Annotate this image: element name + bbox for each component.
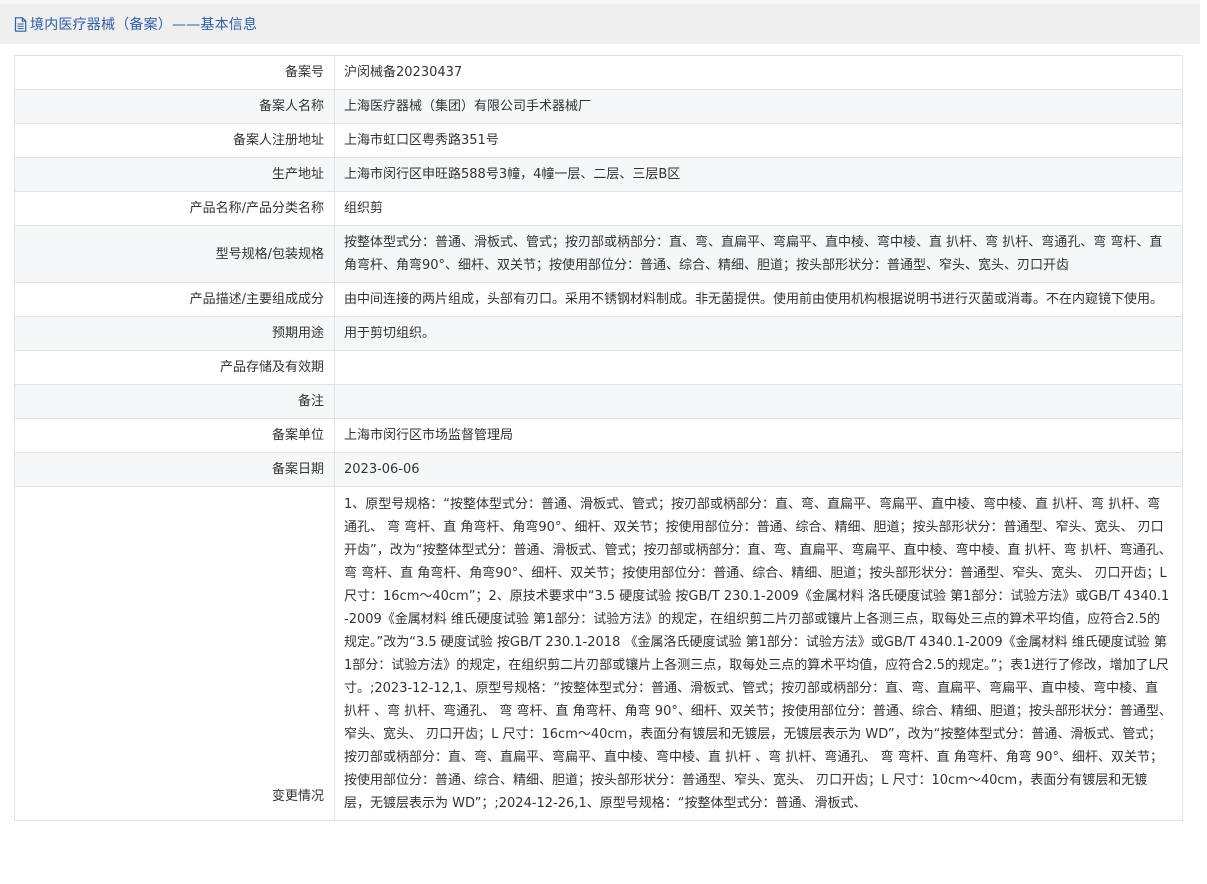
table-row-filing-date: 备案日期 2023-06-06 <box>14 452 1183 487</box>
row-label: 备案号 <box>14 55 335 90</box>
info-table: 备案号 沪闵械备20230437 备案人名称 上海医疗器械（集团）有限公司手术器… <box>14 55 1183 821</box>
table-row-filing-unit: 备案单位 上海市闵行区市场监督管理局 <box>14 418 1183 453</box>
row-value: 1、原型号规格：“按整体型式分：普通、滑板式、管式；按刃部或柄部分：直、弯、直扁… <box>334 486 1183 821</box>
row-label: 备案日期 <box>14 452 335 487</box>
row-label: 备注 <box>14 384 335 419</box>
table-row-registrant-name: 备案人名称 上海医疗器械（集团）有限公司手术器械厂 <box>14 89 1183 124</box>
row-value: 上海市闵行区市场监督管理局 <box>334 418 1183 453</box>
table-row-record-number: 备案号 沪闵械备20230437 <box>14 55 1183 90</box>
table-row-product-description: 产品描述/主要组成成分 由中间连接的两片组成，头部有刃口。采用不锈钢材料制成。非… <box>14 282 1183 317</box>
page-header: 境内医疗器械（备案）——基本信息 <box>0 0 1200 44</box>
table-row-storage: 产品存储及有效期 <box>14 350 1183 385</box>
table-row-remarks: 备注 <box>14 384 1183 419</box>
row-value: 组织剪 <box>334 191 1183 226</box>
table-row-intended-use: 预期用途 用于剪切组织。 <box>14 316 1183 351</box>
row-label: 备案人注册地址 <box>14 123 335 158</box>
table-row-production-address: 生产地址 上海市闵行区申旺路588号3幢，4幢一层、二层、三层B区 <box>14 157 1183 192</box>
row-value: 用于剪切组织。 <box>334 316 1183 351</box>
table-row-product-name: 产品名称/产品分类名称 组织剪 <box>14 191 1183 226</box>
row-label: 型号规格/包装规格 <box>14 225 335 283</box>
row-label: 预期用途 <box>14 316 335 351</box>
row-value: 按整体型式分：普通、滑板式、管式；按刃部或柄部分：直、弯、直扁平、弯扁平、直中棱… <box>334 225 1183 283</box>
row-label: 备案人名称 <box>14 89 335 124</box>
row-label: 变更情况 <box>14 486 335 821</box>
row-value: 由中间连接的两片组成，头部有刃口。采用不锈钢材料制成。非无菌提供。使用前由使用机… <box>334 282 1183 317</box>
row-value: 上海医疗器械（集团）有限公司手术器械厂 <box>334 89 1183 124</box>
row-value: 沪闵械备20230437 <box>334 55 1183 90</box>
row-value <box>334 384 1183 419</box>
page-title: 境内医疗器械（备案）——基本信息 <box>30 17 258 33</box>
row-label: 产品存储及有效期 <box>14 350 335 385</box>
table-row-model-spec: 型号规格/包装规格 按整体型式分：普通、滑板式、管式；按刃部或柄部分：直、弯、直… <box>14 225 1183 283</box>
page: 境内医疗器械（备案）——基本信息 备案号 沪闵械备20230437 备案人名称 … <box>0 0 1207 884</box>
row-value: 上海市闵行区申旺路588号3幢，4幢一层、二层、三层B区 <box>334 157 1183 192</box>
row-label: 产品描述/主要组成成分 <box>14 282 335 317</box>
table-row-registrant-address: 备案人注册地址 上海市虹口区粤秀路351号 <box>14 123 1183 158</box>
row-label: 备案单位 <box>14 418 335 453</box>
table-row-change-history: 变更情况 1、原型号规格：“按整体型式分：普通、滑板式、管式；按刃部或柄部分：直… <box>14 486 1183 821</box>
row-value: 2023-06-06 <box>334 452 1183 487</box>
row-label: 产品名称/产品分类名称 <box>14 191 335 226</box>
row-label: 生产地址 <box>14 157 335 192</box>
row-value: 上海市虹口区粤秀路351号 <box>334 123 1183 158</box>
document-icon <box>14 16 27 32</box>
info-table-container: 备案号 沪闵械备20230437 备案人名称 上海医疗器械（集团）有限公司手术器… <box>14 55 1183 821</box>
row-value <box>334 350 1183 385</box>
